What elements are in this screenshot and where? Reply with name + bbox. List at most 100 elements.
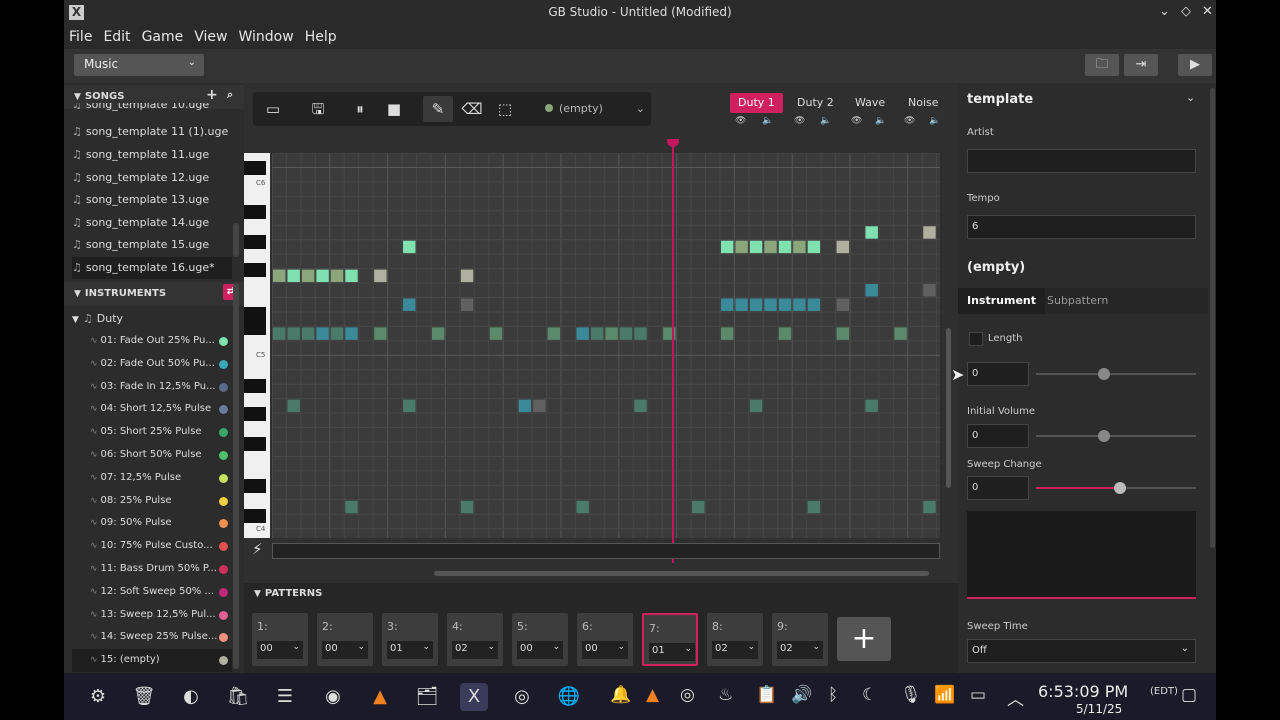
instrument-item[interactable]: ∿ 03: Fade In 12,5% Pu...: [72, 376, 232, 399]
menu-view[interactable]: View: [194, 29, 227, 45]
pattern-slot[interactable]: 6: 00 ⌄: [577, 613, 633, 666]
note-cell[interactable]: [619, 327, 633, 340]
note-cell[interactable]: [489, 327, 503, 340]
initial-volume-slider-track[interactable]: [1036, 435, 1196, 437]
pattern-select[interactable]: 02 ⌄: [712, 641, 758, 659]
channel-duty1-tab[interactable]: Duty 1: [730, 93, 783, 113]
speaker-icon[interactable]: 🔈: [820, 116, 831, 126]
note-cell[interactable]: [301, 327, 315, 340]
instrument-item[interactable]: ∿ 05: Short 25% Pulse: [72, 421, 232, 444]
note-cell[interactable]: [894, 327, 907, 340]
note-cell[interactable]: [634, 399, 647, 413]
trash-icon[interactable]: 🗑: [130, 683, 158, 711]
note-cell[interactable]: [590, 327, 604, 340]
section-select[interactable]: Music ⌄: [74, 54, 204, 76]
note-cell[interactable]: [316, 327, 329, 340]
brightness-icon[interactable]: ☾: [862, 685, 877, 705]
song-name[interactable]: template: [967, 92, 1033, 107]
microphone-icon[interactable]: 🎙: [900, 685, 922, 705]
note-cell[interactable]: [749, 298, 763, 311]
pattern-slot[interactable]: 4: 02 ⌄: [447, 613, 503, 666]
note-cell[interactable]: [316, 269, 329, 283]
song-item[interactable]: ♫ song_template 15.uge: [72, 234, 232, 256]
note-grid[interactable]: [272, 153, 940, 538]
songs-scrollbar[interactable]: [233, 223, 239, 257]
piano-keys[interactable]: C6 C5 C4: [244, 153, 270, 538]
clock-date[interactable]: 5/11/25: [1076, 702, 1122, 716]
tab-instrument[interactable]: Instrument: [958, 288, 1045, 314]
pattern-slot[interactable]: 7: 01 ⌄: [642, 613, 698, 666]
note-cell[interactable]: [778, 240, 792, 254]
instrument-item[interactable]: ∿ 15: (empty): [72, 649, 232, 672]
select-tool-button[interactable]: ⬚: [490, 96, 520, 122]
pattern-slot[interactable]: 9: 02 ⌄: [772, 613, 828, 666]
instrument-item[interactable]: ∿ 13: Sweep 12,5% Pul...: [72, 604, 232, 627]
eye-icon[interactable]: 👁: [735, 116, 746, 126]
eraser-tool-button[interactable]: ⌫: [457, 96, 487, 122]
channel-wave-tab[interactable]: Wave: [847, 93, 893, 113]
instrument-item[interactable]: ∿ 12: Soft Sweep 50% ...: [72, 581, 232, 604]
note-cell[interactable]: [403, 399, 416, 413]
note-cell[interactable]: [793, 298, 806, 311]
note-cell[interactable]: [374, 327, 387, 340]
sweep-change-input[interactable]: 0: [967, 476, 1029, 500]
pattern-select[interactable]: 00 ⌄: [582, 641, 628, 659]
instrument-item[interactable]: ∿ 06: Short 50% Pulse: [72, 444, 232, 467]
show-desktop-icon[interactable]: ▢: [1181, 685, 1197, 705]
gb-studio-taskbar-icon[interactable]: X: [460, 683, 488, 711]
note-cell[interactable]: [865, 399, 878, 413]
song-item[interactable]: ♫ song_template 12.uge: [72, 167, 232, 189]
pattern-slot[interactable]: 8: 02 ⌄: [707, 613, 763, 666]
note-cell[interactable]: [749, 240, 763, 254]
eye-icon[interactable]: 👁: [794, 116, 805, 126]
note-cell[interactable]: [720, 298, 734, 311]
horizontal-scrollbar[interactable]: [434, 571, 929, 576]
song-item[interactable]: ♫ song_template 10.uge: [72, 103, 232, 115]
export-button[interactable]: ⇥: [1124, 54, 1158, 76]
obs-tray-icon[interactable]: ◎: [680, 685, 695, 705]
settings-sliders-icon[interactable]: ⚙: [84, 683, 112, 711]
close-icon[interactable]: ✕: [1202, 4, 1213, 19]
maximize-icon[interactable]: ◇: [1181, 4, 1191, 19]
note-cell[interactable]: [547, 327, 560, 340]
note-cell[interactable]: [793, 240, 806, 254]
stop-button[interactable]: ■: [379, 96, 409, 122]
note-cell[interactable]: [576, 327, 589, 340]
minimize-icon[interactable]: ⌄: [1159, 4, 1170, 19]
note-cell[interactable]: [273, 269, 286, 283]
note-cell[interactable]: [735, 240, 748, 254]
note-cell[interactable]: [865, 284, 878, 297]
note-cell[interactable]: [403, 298, 416, 311]
panel-scrollbar[interactable]: [1210, 88, 1215, 548]
note-cell[interactable]: [345, 327, 358, 340]
instrument-item[interactable]: ∿ 01: Fade Out 25% Pu...: [72, 330, 232, 353]
search-icon[interactable]: ⌕: [227, 88, 233, 102]
note-cell[interactable]: [460, 269, 474, 283]
note-cell[interactable]: [345, 269, 358, 283]
pattern-select[interactable]: 00 ⌄: [322, 641, 368, 659]
note-cell[interactable]: [273, 327, 286, 340]
menu-game[interactable]: Game: [142, 29, 184, 45]
speaker-icon[interactable]: 🔈: [762, 116, 773, 126]
initial-volume-input[interactable]: 0: [967, 424, 1029, 448]
tempo-input[interactable]: 6: [967, 215, 1196, 239]
pencil-tool-button[interactable]: ✎: [423, 96, 453, 122]
note-cell[interactable]: [923, 226, 936, 239]
note-cell[interactable]: [330, 327, 344, 340]
note-cell[interactable]: [807, 240, 821, 254]
song-item[interactable]: ♫ song_template 11 (1).uge: [72, 121, 232, 143]
tab-subpattern[interactable]: Subpattern: [1038, 288, 1117, 314]
wifi-icon[interactable]: 📶: [934, 685, 955, 705]
steam-icon[interactable]: ♨: [718, 685, 733, 705]
note-cell[interactable]: [605, 327, 618, 340]
initial-volume-slider-knob[interactable]: [1098, 430, 1110, 442]
instruments-header[interactable]: ▼ INSTRUMENTS ⇄: [64, 282, 244, 306]
system-monitor-icon[interactable]: ☰: [271, 683, 299, 711]
instrument-item[interactable]: ∿ 08: 25% Pulse: [72, 490, 232, 513]
clock-time[interactable]: 6:53:09 PM: [1038, 682, 1128, 701]
instrument-select[interactable]: (empty) ⌄: [545, 100, 645, 118]
note-cell[interactable]: [634, 327, 647, 340]
speaker-icon[interactable]: 🔈: [875, 116, 886, 126]
note-cell[interactable]: [460, 298, 474, 311]
note-cell[interactable]: [460, 500, 474, 514]
